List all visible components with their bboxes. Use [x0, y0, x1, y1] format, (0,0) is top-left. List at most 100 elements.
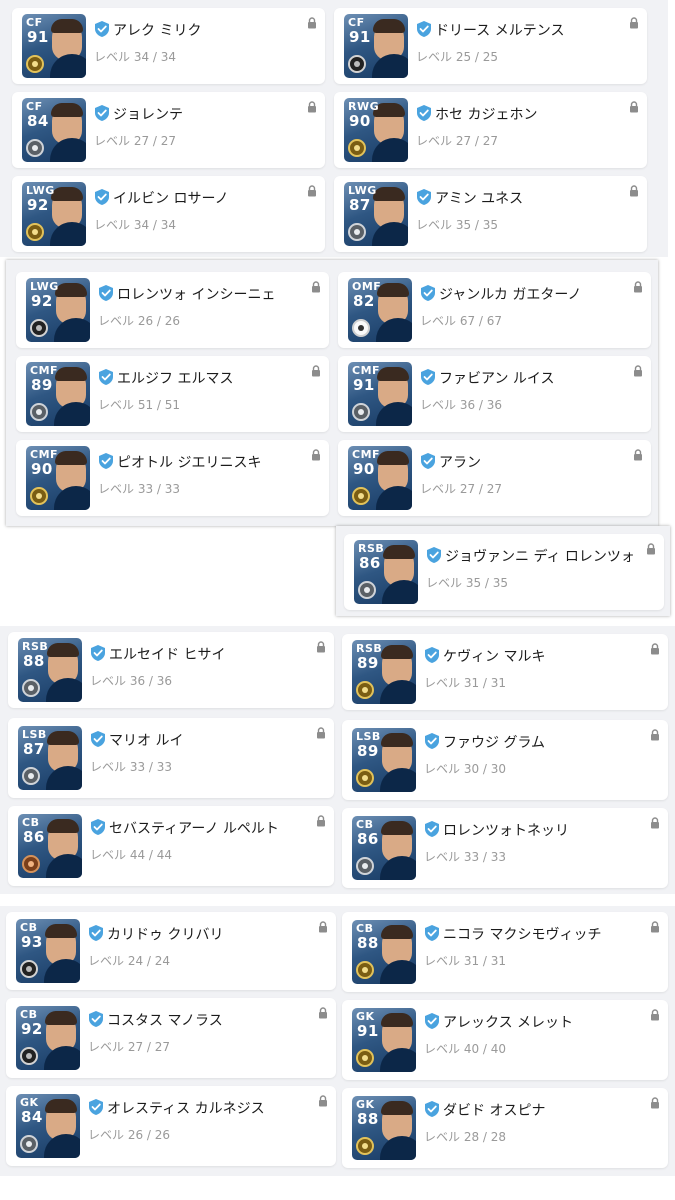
player-card[interactable]: LSB 87 マリオ ルイ レベル 33 / 33	[8, 718, 334, 798]
lock-icon[interactable]	[650, 918, 660, 933]
player-face	[381, 821, 413, 862]
player-card[interactable]: CB 86 ロレンツォトネッリ レベル 33 / 33	[342, 808, 668, 888]
player-name: ドリース メルテンス	[435, 23, 565, 39]
player-face	[51, 19, 83, 60]
player-rating: 86	[357, 830, 379, 848]
player-rating: 87	[23, 740, 45, 758]
player-rating: 91	[357, 1022, 379, 1040]
lock-icon[interactable]	[629, 182, 639, 197]
lock-icon[interactable]	[629, 98, 639, 113]
lock-icon[interactable]	[307, 14, 317, 29]
rank-medal-icon	[26, 139, 44, 157]
player-portrait: CMF 90	[348, 446, 412, 510]
player-card[interactable]: GK 91 アレックス メレット レベル 40 / 40	[342, 1000, 668, 1080]
player-name: アレク ミリク	[113, 23, 202, 39]
lock-icon[interactable]	[307, 98, 317, 113]
player-card[interactable]: RWG 90 ホセ カジェホン レベル 27 / 27	[334, 92, 647, 168]
player-card[interactable]: RSB 88 エルセイド ヒサイ レベル 36 / 36	[8, 632, 334, 708]
player-portrait: CB 88	[352, 920, 416, 984]
player-face	[51, 103, 83, 144]
lock-icon[interactable]	[316, 638, 326, 653]
lock-icon[interactable]	[318, 1092, 328, 1107]
lock-icon[interactable]	[629, 14, 639, 29]
player-name: ケヴィン マルキ	[443, 649, 546, 665]
lock-icon[interactable]	[318, 918, 328, 933]
player-level: レベル 30 / 30	[424, 762, 507, 776]
player-face	[381, 645, 413, 686]
player-card[interactable]: CB 92 コスタス マノラス レベル 27 / 27	[6, 998, 336, 1078]
rank-medal-icon	[356, 681, 374, 699]
player-rating: 84	[27, 112, 49, 130]
player-card[interactable]: GK 84 オレスティス カルネジス レベル 26 / 26	[6, 1086, 336, 1166]
lock-icon[interactable]	[318, 1004, 328, 1019]
player-name: コスタス マノラス	[107, 1013, 223, 1029]
player-portrait: CB 92	[16, 1006, 80, 1070]
rank-medal-icon	[348, 55, 366, 73]
player-card[interactable]: CMF 90 アラン レベル 27 / 27	[338, 440, 651, 516]
lock-icon[interactable]	[650, 640, 660, 655]
lock-icon[interactable]	[316, 812, 326, 827]
lock-icon[interactable]	[307, 182, 317, 197]
player-level: レベル 40 / 40	[424, 1042, 507, 1056]
player-name: ロレンツォトネッリ	[443, 823, 569, 839]
rank-medal-icon	[352, 487, 370, 505]
player-card[interactable]: CF 91 アレク ミリク レベル 34 / 34	[12, 8, 325, 84]
player-card[interactable]: CMF 91 ファビアン ルイス レベル 36 / 36	[338, 356, 651, 432]
player-card[interactable]: LSB 89 ファウジ グラム レベル 30 / 30	[342, 720, 668, 800]
player-card[interactable]: OMF 82 ジャンルカ ガエターノ レベル 67 / 67	[338, 272, 651, 348]
player-card[interactable]: CF 91 ドリース メルテンス レベル 25 / 25	[334, 8, 647, 84]
player-level: レベル 51 / 51	[98, 398, 181, 412]
player-face	[373, 19, 405, 60]
rank-medal-icon	[20, 1047, 38, 1065]
player-face	[373, 187, 405, 228]
player-portrait: LWG 92	[22, 182, 86, 246]
player-rating: 86	[359, 554, 381, 572]
player-portrait: RSB 86	[354, 540, 418, 604]
player-portrait: CF 91	[22, 14, 86, 78]
player-face	[55, 367, 87, 408]
lock-icon[interactable]	[633, 278, 643, 293]
lock-icon[interactable]	[650, 814, 660, 829]
player-name: アミン ユネス	[435, 191, 524, 207]
player-portrait: CB 93	[16, 919, 80, 983]
player-card[interactable]: LWG 87 アミン ユネス レベル 35 / 35	[334, 176, 647, 252]
player-card[interactable]: CMF 89 エルジフ エルマス レベル 51 / 51	[16, 356, 329, 432]
player-name: ホセ カジェホン	[435, 107, 538, 123]
player-face	[55, 283, 87, 324]
lock-icon[interactable]	[633, 446, 643, 461]
player-card[interactable]: CB 88 ニコラ マクシモヴィッチ レベル 31 / 31	[342, 912, 668, 992]
check-badge-icon	[421, 285, 435, 301]
player-name: ジャンルカ ガエターノ	[439, 287, 582, 303]
player-card[interactable]: LWG 92 ロレンツォ インシーニェ レベル 26 / 26	[16, 272, 329, 348]
check-badge-icon	[425, 647, 439, 663]
player-card[interactable]: CF 84 ジョレンテ レベル 27 / 27	[12, 92, 325, 168]
player-portrait: GK 84	[16, 1094, 80, 1158]
lock-icon[interactable]	[646, 540, 656, 555]
rank-medal-icon	[356, 1049, 374, 1067]
player-face	[55, 451, 87, 492]
player-card[interactable]: CB 86 セバスティアーノ ルペルト レベル 44 / 44	[8, 806, 334, 886]
player-card[interactable]: CMF 90 ピオトル ジエリニスキ レベル 33 / 33	[16, 440, 329, 516]
lock-icon[interactable]	[311, 278, 321, 293]
player-card[interactable]: GK 88 ダビド オスピナ レベル 28 / 28	[342, 1088, 668, 1168]
player-name: ジョレンテ	[113, 107, 183, 123]
lock-icon[interactable]	[650, 1006, 660, 1021]
player-name: ロレンツォ インシーニェ	[117, 287, 276, 303]
player-card[interactable]: RSB 89 ケヴィン マルキ レベル 31 / 31	[342, 634, 668, 710]
lock-icon[interactable]	[650, 726, 660, 741]
player-portrait: RSB 88	[18, 638, 82, 702]
player-name: セバスティアーノ ルペルト	[109, 821, 279, 837]
player-card[interactable]: LWG 92 イルビン ロサーノ レベル 34 / 34	[12, 176, 325, 252]
lock-icon[interactable]	[311, 362, 321, 377]
player-face	[377, 451, 409, 492]
player-name: ダビド オスピナ	[443, 1103, 546, 1119]
lock-icon[interactable]	[633, 362, 643, 377]
lock-icon[interactable]	[650, 1094, 660, 1109]
lock-icon[interactable]	[311, 446, 321, 461]
player-card[interactable]: CB 93 カリドゥ クリバリ レベル 24 / 24	[6, 912, 336, 990]
check-badge-icon	[425, 1013, 439, 1029]
player-portrait: LSB 87	[18, 726, 82, 790]
player-card[interactable]: RSB 86 ジョヴァンニ ディ ロレンツォ レベル 35 / 35	[344, 534, 664, 610]
player-face	[45, 924, 77, 965]
lock-icon[interactable]	[316, 724, 326, 739]
